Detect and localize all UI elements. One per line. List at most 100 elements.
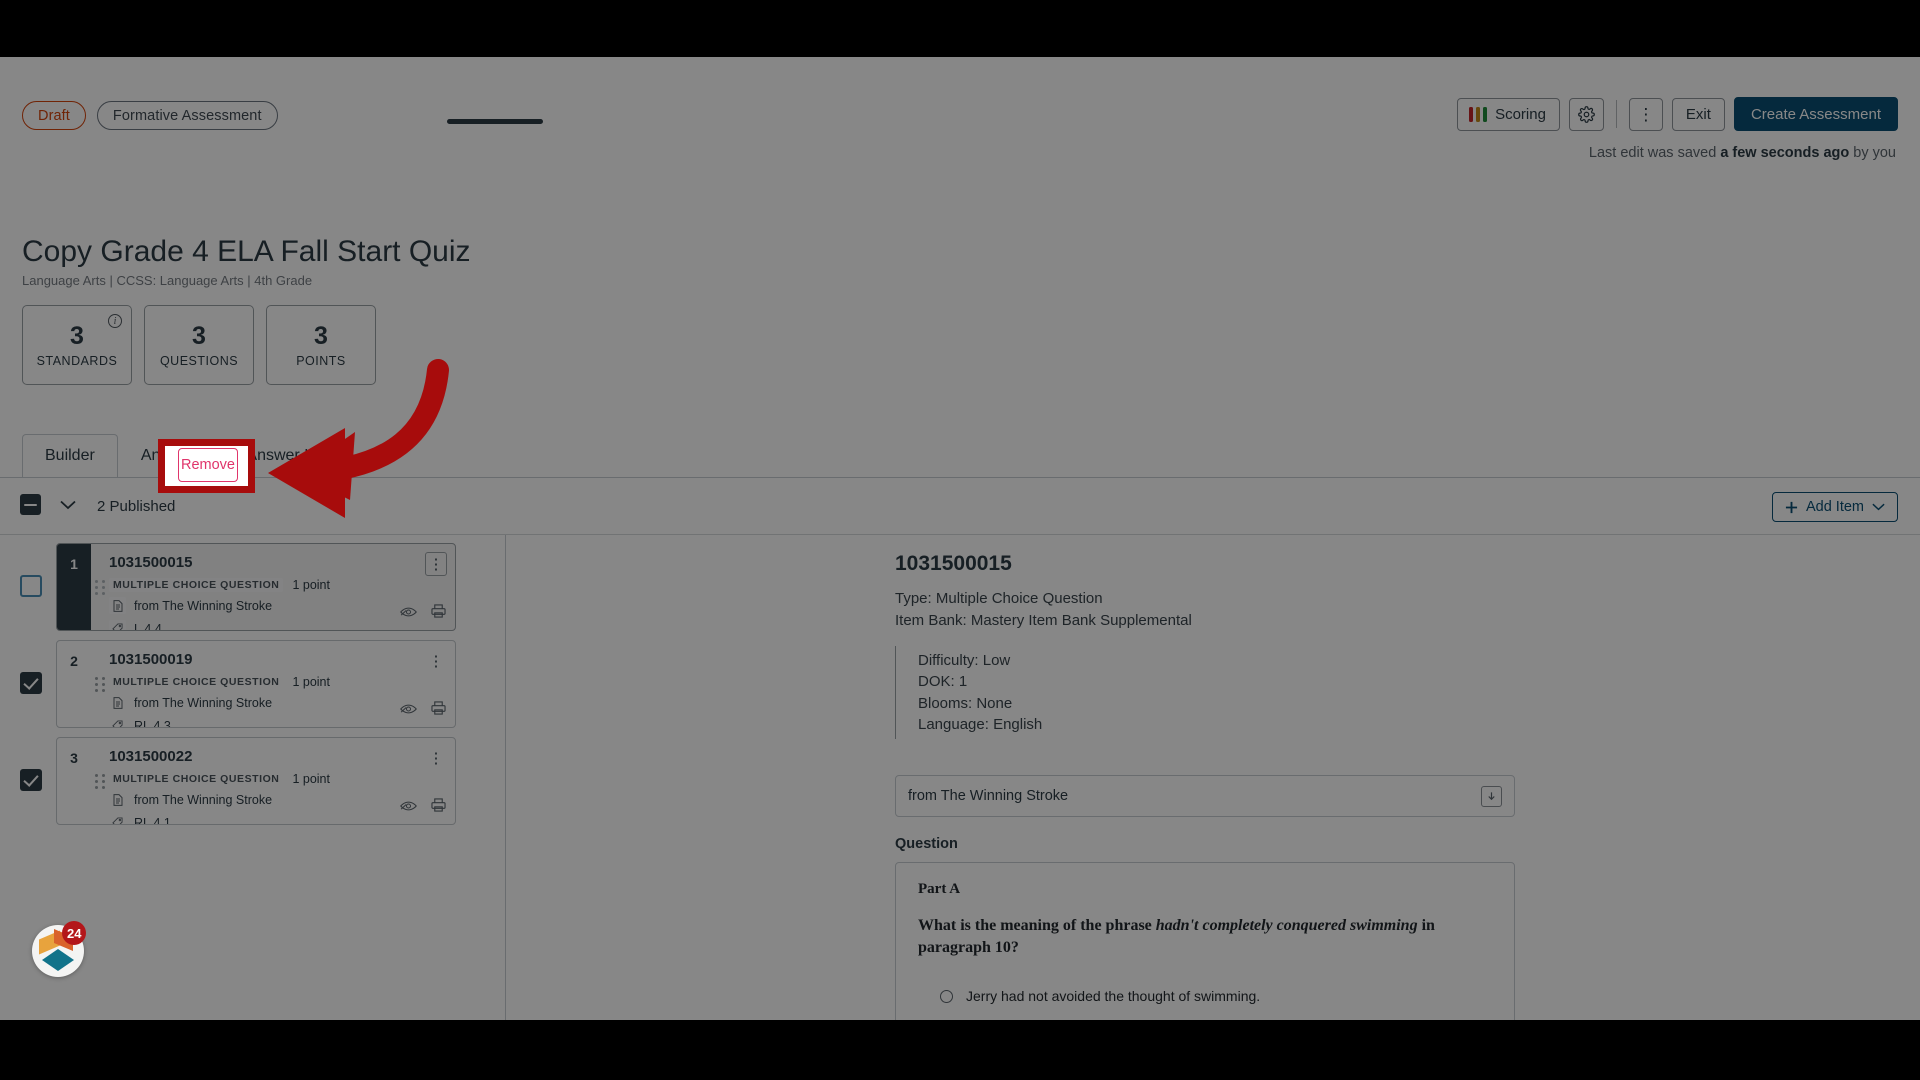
published-count-label: 2 Published (97, 498, 176, 515)
tag-icon (109, 814, 126, 824)
passage-title: from The Winning Stroke (908, 788, 1069, 805)
item-points: 1 point (292, 578, 330, 592)
scoring-button[interactable]: Scoring (1456, 97, 1560, 131)
status-badge-draft: Draft (22, 101, 86, 130)
exit-button[interactable]: Exit (1671, 97, 1725, 131)
item-standard: L.4.4 (134, 621, 162, 631)
scoring-button-label: Scoring (1495, 105, 1546, 123)
preview-icon[interactable] (400, 702, 417, 720)
stat-value: 3 (314, 322, 328, 350)
item-list: 1 1031500015 MULTIPLE CHOICE QUESTION 1 … (0, 543, 505, 834)
item-checkbox[interactable] (20, 672, 42, 694)
item-passage-row: from The Winning Stroke (109, 694, 445, 711)
tag-icon (109, 620, 126, 630)
stat-label: STANDARDS (36, 354, 118, 368)
page-header: Draft Formative Assessment Scoring ⋮ Exi… (0, 57, 1920, 233)
item-more-menu[interactable]: ⋮ (425, 649, 447, 673)
item-checkbox[interactable] (20, 769, 42, 791)
saved-time: a few seconds ago (1720, 145, 1850, 161)
chevron-down-icon (1872, 503, 1885, 511)
item-card-actions (400, 604, 446, 623)
stat-value: 3 (192, 322, 206, 350)
stat-label: QUESTIONS (159, 354, 239, 368)
preview-icon[interactable] (400, 605, 417, 623)
stat-label: POINTS (296, 354, 346, 368)
item-passage-row: from The Winning Stroke (109, 597, 445, 614)
preview-icon[interactable] (400, 799, 417, 817)
item-passage-row: from The Winning Stroke (109, 791, 445, 808)
radio-icon[interactable] (940, 989, 953, 1003)
detail-type: Type: Multiple Choice Question (895, 590, 1103, 607)
question-stem: What is the meaning of the phrase hadn't… (918, 915, 1492, 958)
stem-italic: hadn't completely conquered swimming (1155, 917, 1418, 935)
print-icon[interactable] (431, 798, 446, 817)
create-assessment-button[interactable]: Create Assessment (1733, 97, 1898, 131)
item-points: 1 point (292, 772, 330, 786)
item-card-body: 1031500022 MULTIPLE CHOICE QUESTION 1 po… (91, 738, 455, 824)
select-all-checkbox[interactable] (20, 494, 41, 515)
pane-divider (505, 535, 506, 1020)
question-section-label: Question (895, 836, 958, 853)
item-passage-title: from The Winning Stroke (134, 792, 273, 807)
remove-button[interactable]: Remove (178, 448, 238, 482)
items-toolbar: 2 Published Add Item (0, 478, 1920, 534)
item-detail-pane: 1031500015 Type: Multiple Choice Questio… (895, 552, 1515, 1020)
answer-option-label: Jerry had not avoided the thought of swi… (966, 988, 1261, 1005)
passage-accordion[interactable]: from The Winning Stroke (895, 775, 1515, 818)
saved-prefix: Last edit was saved (1588, 145, 1721, 161)
item-card[interactable]: 2 1031500019 MULTIPLE CHOICE QUESTION 1 … (56, 640, 456, 728)
item-type-tag: MULTIPLE CHOICE QUESTION (109, 578, 284, 592)
detail-item-id: 1031500015 (895, 552, 1012, 575)
screenshot-stage: Draft Formative Assessment Scoring ⋮ Exi… (0, 0, 1920, 1080)
header-divider (1615, 100, 1617, 128)
question-preview-card: Part A What is the meaning of the phrase… (895, 862, 1515, 1020)
detail-attributes: Difficulty: Low DOK: 1 Blooms: None Lang… (895, 646, 1515, 740)
item-card[interactable]: 3 1031500022 MULTIPLE CHOICE QUESTION 1 … (56, 737, 456, 825)
pendo-diamond-teal (42, 949, 74, 971)
document-icon (109, 694, 126, 711)
settings-button[interactable] (1568, 97, 1604, 131)
page-subtitle: Language Arts | CCSS: Language Arts | 4t… (22, 273, 313, 288)
app-page: Draft Formative Assessment Scoring ⋮ Exi… (0, 57, 1920, 1020)
print-icon[interactable] (431, 701, 446, 720)
item-type-tag: MULTIPLE CHOICE QUESTION (109, 772, 284, 786)
status-badge-assessment-type: Formative Assessment (96, 101, 278, 130)
more-options-button[interactable]: ⋮ (1628, 97, 1663, 131)
item-passage-title: from The Winning Stroke (134, 695, 273, 710)
document-icon (109, 791, 126, 808)
status-badges: Draft Formative Assessment (22, 101, 278, 130)
item-points: 1 point (292, 675, 330, 689)
stem-pre: What is the meaning of the phrase (918, 917, 1156, 935)
stat-card-points: 3 POINTS (266, 305, 376, 385)
gear-icon (1578, 105, 1595, 123)
stat-value: 3 (70, 322, 84, 350)
item-passage-title: from The Winning Stroke (134, 598, 273, 613)
info-icon[interactable]: i (108, 314, 122, 328)
answer-option[interactable]: Jerry had not avoided the thought of swi… (918, 988, 1492, 1004)
last-saved-status: Last edit was saved a few seconds ago by… (1589, 145, 1896, 161)
detail-difficulty: Difficulty: Low (918, 652, 1011, 669)
item-card-actions (400, 798, 446, 817)
item-meta: MULTIPLE CHOICE QUESTION 1 point (109, 578, 445, 592)
summary-stats: i 3 STANDARDS 3 QUESTIONS 3 POINTS (22, 305, 376, 385)
item-index: 3 (70, 750, 78, 766)
item-card[interactable]: 1 1031500015 MULTIPLE CHOICE QUESTION 1 … (56, 543, 456, 631)
item-more-menu[interactable]: ⋮ (425, 746, 447, 770)
add-item-label: Add Item (1805, 499, 1864, 515)
item-card-body: 1031500015 MULTIPLE CHOICE QUESTION 1 po… (91, 544, 455, 630)
item-index: 2 (70, 653, 78, 669)
detail-language: Language: English (918, 715, 1043, 733)
item-more-menu[interactable]: ⋮ (425, 552, 447, 576)
expand-passage-icon[interactable] (1481, 785, 1502, 807)
item-checkbox[interactable] (20, 575, 42, 597)
detail-dok: DOK: 1 (918, 673, 968, 691)
tab-builder[interactable]: Builder (22, 434, 118, 478)
item-card-actions (400, 701, 446, 720)
print-icon[interactable] (431, 604, 446, 623)
selection-dropdown-button[interactable] (55, 492, 81, 518)
item-meta: MULTIPLE CHOICE QUESTION 1 point (109, 675, 445, 689)
item-card-body: 1031500019 MULTIPLE CHOICE QUESTION 1 po… (91, 641, 455, 727)
detail-blooms: Blooms: None (918, 694, 1013, 712)
list-item: 3 1031500022 MULTIPLE CHOICE QUESTION 1 … (0, 737, 505, 825)
add-item-button[interactable]: Add Item (1771, 492, 1898, 522)
